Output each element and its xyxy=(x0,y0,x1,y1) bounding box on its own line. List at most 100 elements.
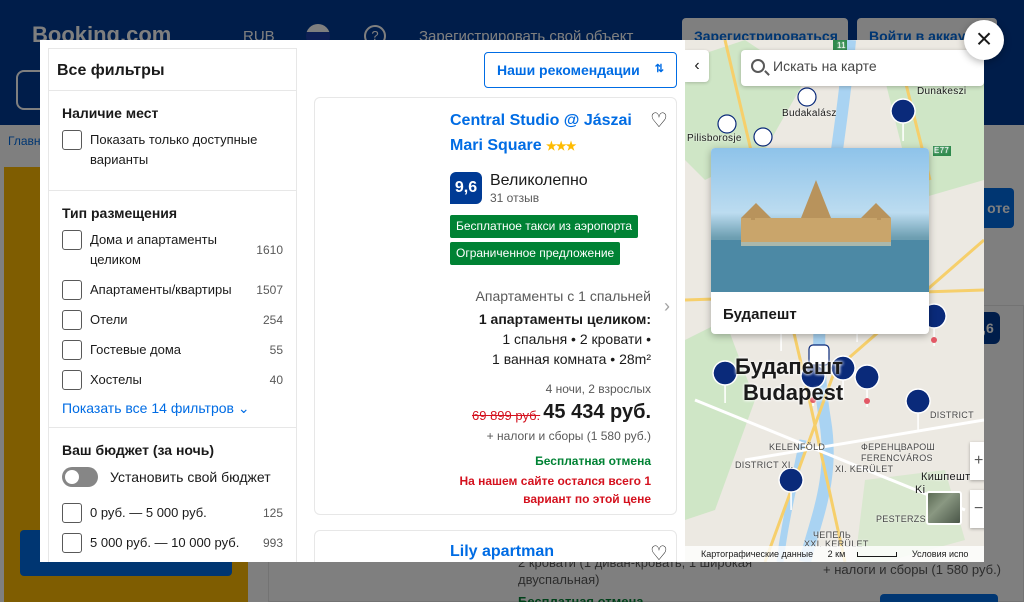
budget-toggle[interactable] xyxy=(62,467,98,487)
budget-section: Ваш бюджет (за ночь) Установить свой бюд… xyxy=(49,428,296,562)
map-city-label: Будапешт xyxy=(735,354,844,379)
map-label-e77: E77 xyxy=(934,146,950,155)
checkbox[interactable] xyxy=(62,370,82,390)
budget-heading: Ваш бюджет (за ночь) xyxy=(62,442,215,458)
popup-image xyxy=(711,148,929,292)
checkbox[interactable] xyxy=(62,130,82,150)
show-all-filters-link[interactable]: Показать все 14 фильтров ⌄ xyxy=(62,400,283,417)
map-city-label-en: Budapest xyxy=(743,380,844,405)
map-data-link[interactable]: Картографические данные xyxy=(701,549,813,559)
property-type-section: Тип размещения Дома и апартаменты целико… xyxy=(49,191,296,428)
filter-count: 125 xyxy=(262,506,283,520)
review-word: Великолепно xyxy=(490,172,588,189)
scale-bar xyxy=(857,552,898,558)
map-scale-label: 2 км xyxy=(827,549,846,559)
heart-icon[interactable]: ♡ xyxy=(650,541,668,562)
filter-label: Апартаменты/квартиры xyxy=(90,282,232,297)
filter-option[interactable]: Гостевые дома 55 xyxy=(62,340,283,360)
beds-info: 1 спальня • 2 кровати • xyxy=(502,331,651,347)
bath-info: 1 ванная комната • 28m² xyxy=(492,351,651,367)
filter-option[interactable]: 5 000 руб. — 10 000 руб. 993 xyxy=(62,533,283,553)
map-label-ferencvaros-en: FERENCVÁROS xyxy=(861,453,933,463)
show-all-label: Показать все 14 фильтров xyxy=(62,400,234,416)
filter-option[interactable]: Дома и апартаменты целиком 1610 xyxy=(62,230,283,270)
budget-toggle-row[interactable]: Установить свой бюджет xyxy=(62,467,283,487)
filter-count: 1507 xyxy=(256,283,283,297)
map-label-pilisborosjeno: Pilisborosjе xyxy=(687,133,742,144)
map-search-input[interactable] xyxy=(773,58,973,74)
review-score: 9,6 xyxy=(450,172,482,204)
map-label-pesterzs: PESTERZS xyxy=(876,514,926,524)
filter-label: 5 000 руб. — 10 000 руб. xyxy=(90,535,240,550)
stars-icon: ★★★ xyxy=(546,139,576,153)
sort-dropdown[interactable]: Наши рекомендации ⇅ xyxy=(484,52,677,88)
limited-offer-badge: Ограниченное предложение xyxy=(450,242,621,265)
map-popup[interactable]: Будапешт xyxy=(711,148,929,334)
taxi-badge: Бесплатное такси из аэропорта xyxy=(450,215,639,238)
map-label-dunakeszi: Dunakeszi xyxy=(917,86,967,97)
checkbox[interactable] xyxy=(62,230,82,250)
close-modal-button[interactable]: × xyxy=(964,20,1004,60)
search-icon xyxy=(751,59,765,73)
scarcity-message: На нашем сайте остался всего 1 вариант п… xyxy=(459,474,651,506)
filter-option[interactable]: Отели 254 xyxy=(62,310,283,330)
result-card[interactable]: Lily apartman ♡ xyxy=(314,530,677,562)
close-icon: × xyxy=(975,23,993,54)
filter-label: Дома и апартаменты целиком xyxy=(90,232,217,267)
filters-sidebar: Все фильтры Наличие мест Показать только… xyxy=(48,48,297,562)
heart-icon[interactable]: ♡ xyxy=(650,108,668,133)
filter-count: 254 xyxy=(262,313,283,327)
filter-label: Показать только доступные варианты xyxy=(90,132,258,167)
map-search-box[interactable] xyxy=(741,50,984,86)
checkbox[interactable] xyxy=(62,503,82,523)
taxes-info: + налоги и сборы (1 580 руб.) xyxy=(486,429,651,443)
filters-modal: Все фильтры Наличие мест Показать только… xyxy=(40,40,984,562)
satellite-toggle[interactable] xyxy=(926,491,962,525)
zoom-out-button[interactable]: − xyxy=(970,490,984,528)
availability-heading: Наличие мест xyxy=(62,105,159,121)
sort-label: Наши рекомендации xyxy=(497,62,640,78)
map-label-kispest-en: Ki xyxy=(915,484,926,496)
property-type-heading: Тип размещения xyxy=(62,205,178,221)
map-label-district: DISTRICT xyxy=(930,410,974,420)
filter-option[interactable]: 0 руб. — 5 000 руб. 125 xyxy=(62,503,283,523)
result-card[interactable]: Central Studio @ Jászai Mari Square ★★★ … xyxy=(314,97,677,515)
chevron-right-icon[interactable]: › xyxy=(664,296,670,317)
filter-count: 993 xyxy=(262,536,283,550)
filter-count: 55 xyxy=(269,343,283,357)
filter-label: Хостелы xyxy=(90,372,142,387)
filter-option[interactable]: Апартаменты/квартиры 1507 xyxy=(62,280,283,300)
collapse-map-button[interactable]: ‹ xyxy=(685,50,709,82)
popup-label: Будапешт xyxy=(723,306,797,323)
checkbox[interactable] xyxy=(62,280,82,300)
hotel-name: Central Studio @ Jászai Mari Square xyxy=(450,112,632,154)
map-label-district11: DISTRICT XI. xyxy=(735,460,794,470)
unit-summary: 1 апартаменты целиком: xyxy=(478,311,651,327)
stay-info: 4 ночи, 2 взрослых xyxy=(545,382,651,396)
map-terms-link[interactable]: Условия испо xyxy=(912,549,969,559)
filter-label: Гостевые дома xyxy=(90,342,182,357)
hotel-name-link[interactable]: Central Studio @ Jászai Mari Square ★★★ xyxy=(450,108,640,159)
map-panel[interactable]: Dunakeszi Budakalász Pilisborosjе E77 11… xyxy=(685,40,984,562)
map-label-kispest: Кишпешт xyxy=(921,471,971,483)
checkbox[interactable] xyxy=(62,310,82,330)
checkbox[interactable] xyxy=(62,533,82,553)
filters-title: Все фильтры xyxy=(49,49,296,91)
availability-section: Наличие мест Показать только доступные в… xyxy=(49,91,296,191)
apartment-type: Апартаменты с 1 спальней xyxy=(475,288,651,304)
map-label-district11-ru: XI. KERÜLET xyxy=(835,464,894,474)
map-label-m11: 11 xyxy=(837,41,846,50)
filter-label: Отели xyxy=(90,312,128,327)
old-price: 69 899 руб. xyxy=(472,408,541,423)
filter-option[interactable]: Показать только доступные варианты xyxy=(62,130,283,170)
filter-option[interactable]: Хостелы 40 xyxy=(62,370,283,390)
map-footer: Картографические данные 2 км Условия исп… xyxy=(685,546,984,562)
checkbox[interactable] xyxy=(62,340,82,360)
current-price: 45 434 руб. xyxy=(543,401,651,423)
budget-toggle-label: Установить свой бюджет xyxy=(110,469,271,485)
hotel-name-link[interactable]: Lily apartman xyxy=(450,543,554,561)
free-cancellation: Бесплатная отмена xyxy=(535,454,651,468)
map-label-kelenfold: KELENFÖLD xyxy=(769,442,826,452)
zoom-in-button[interactable]: + xyxy=(970,442,984,480)
chevron-left-icon: ‹ xyxy=(694,57,700,74)
